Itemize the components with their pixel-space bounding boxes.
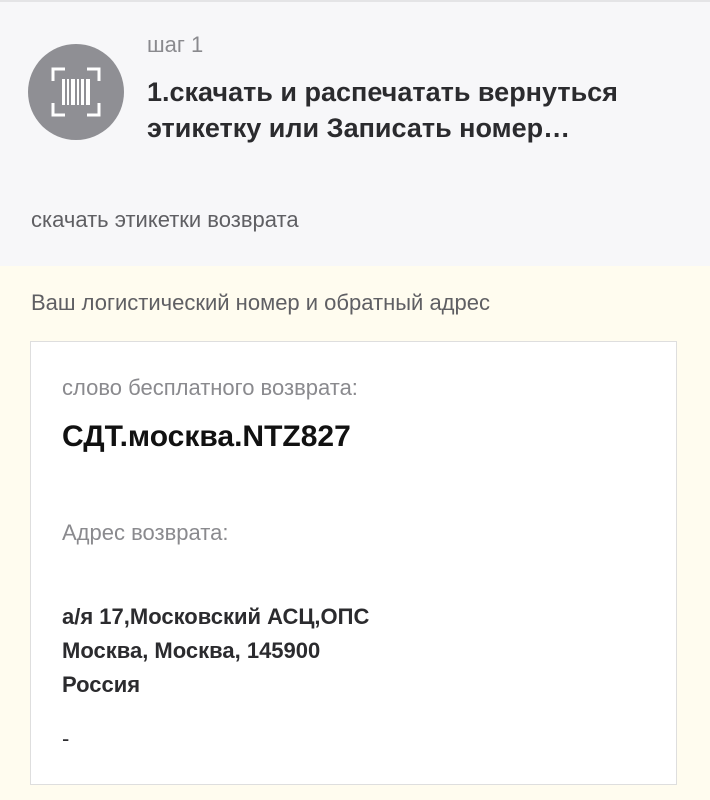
return-info-box: слово бесплатного возврата: СДТ.москва.N…	[30, 341, 677, 785]
step-card: шаг 1 1.скачать и распечатать вернуться …	[0, 2, 710, 266]
return-address: а/я 17,Московский АСЦ,ОПС Москва, Москва…	[62, 600, 369, 702]
return-address-label: Адрес возврата:	[62, 520, 229, 545]
return-code-label: слово бесплатного возврата:	[62, 375, 358, 400]
return-code-value: СДТ.москва.NTZ827	[62, 420, 351, 453]
step-title: 1.скачать и распечатать вернуться этикет…	[147, 77, 618, 143]
section-heading: Ваш логистический номер и обратный адрес	[31, 290, 490, 315]
download-labels-link[interactable]: скачать этикетки возврата	[31, 207, 299, 233]
barcode-scan-icon	[28, 44, 124, 140]
address-line: Москва, Москва, 145900	[62, 638, 321, 663]
extra-field: -	[62, 726, 70, 751]
address-line: а/я 17,Московский АСЦ,ОПС	[62, 604, 370, 629]
address-line: Россия	[62, 672, 141, 697]
step-number-label: шаг 1	[147, 32, 204, 57]
